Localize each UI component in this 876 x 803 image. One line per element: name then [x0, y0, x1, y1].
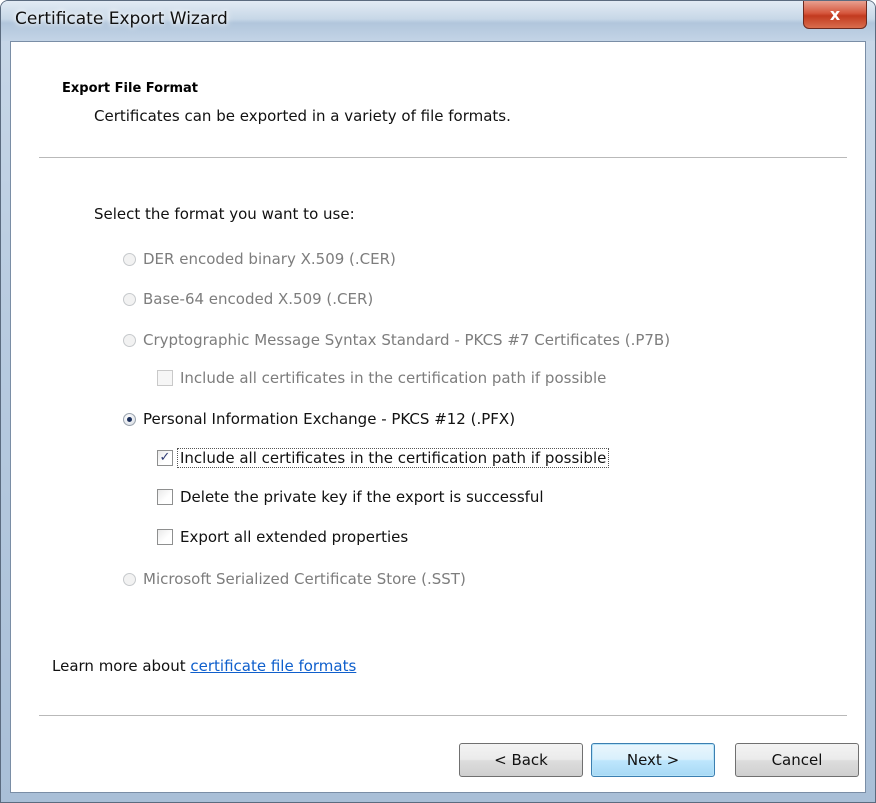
- page-title: Export File Format: [62, 81, 199, 96]
- checkmark-icon: ✓: [157, 450, 173, 466]
- close-icon: x: [829, 5, 841, 24]
- window-title: Certificate Export Wizard: [15, 9, 228, 29]
- radio-circle: [123, 252, 136, 266]
- page-description: Certificates can be exported in a variet…: [94, 107, 511, 125]
- checkbox-box: [157, 529, 173, 545]
- back-button[interactable]: < Back: [459, 743, 583, 777]
- learn-more-prefix: Learn more about: [52, 657, 191, 675]
- cancel-button-label: Cancel: [771, 751, 823, 769]
- radio-sst-label: Microsoft Serialized Certificate Store (…: [143, 570, 466, 588]
- learn-more-link[interactable]: certificate file formats: [190, 657, 356, 675]
- header-divider: [39, 157, 847, 159]
- checkbox-export-extended-properties-label: Export all extended properties: [180, 528, 409, 546]
- radio-der-format[interactable]: DER encoded binary X.509 (.CER): [123, 250, 396, 268]
- next-button[interactable]: Next >: [591, 743, 715, 777]
- learn-more-text: Learn more about certificate file format…: [52, 657, 356, 675]
- radio-pkcs7-format[interactable]: Cryptographic Message Syntax Standard - …: [123, 331, 670, 349]
- checkbox-pfx-include-all-label: Include all certificates in the certific…: [177, 448, 610, 468]
- radio-sst-format[interactable]: Microsoft Serialized Certificate Store (…: [123, 570, 466, 588]
- checkbox-export-extended-properties[interactable]: Export all extended properties: [157, 528, 408, 546]
- checkbox-pkcs7-include-all[interactable]: Include all certificates in the certific…: [157, 369, 606, 387]
- radio-pkcs7-label: Cryptographic Message Syntax Standard - …: [143, 331, 671, 349]
- cancel-button[interactable]: Cancel: [735, 743, 859, 777]
- checkbox-box: [157, 370, 173, 386]
- radio-pfx-format[interactable]: Personal Information Exchange - PKCS #12…: [123, 410, 515, 428]
- next-button-label: Next >: [626, 751, 680, 769]
- radio-base64-label: Base-64 encoded X.509 (.CER): [143, 290, 374, 308]
- radio-circle: [123, 333, 136, 347]
- wizard-window: Certificate Export Wizard x Export File …: [0, 0, 876, 803]
- wizard-client-area: Export File Format Certificates can be e…: [10, 41, 866, 793]
- checkbox-delete-private-key-label: Delete the private key if the export is …: [180, 488, 544, 506]
- checkbox-delete-private-key[interactable]: Delete the private key if the export is …: [157, 488, 544, 506]
- radio-der-label: DER encoded binary X.509 (.CER): [143, 250, 396, 268]
- radio-pfx-label: Personal Information Exchange - PKCS #12…: [143, 410, 516, 428]
- radio-circle: [123, 572, 136, 586]
- checkbox-pfx-include-all[interactable]: ✓ Include all certificates in the certif…: [157, 448, 610, 468]
- back-button-label: < Back: [494, 751, 548, 769]
- checkbox-pkcs7-include-all-label: Include all certificates in the certific…: [180, 369, 607, 387]
- format-prompt: Select the format you want to use:: [94, 205, 355, 223]
- wizard-page: Export File Format Certificates can be e…: [11, 42, 865, 792]
- radio-base64-format[interactable]: Base-64 encoded X.509 (.CER): [123, 290, 373, 308]
- radio-circle-selected: [123, 412, 136, 426]
- close-button[interactable]: x: [803, 1, 867, 29]
- title-bar[interactable]: Certificate Export Wizard x: [1, 1, 875, 41]
- radio-circle: [123, 292, 136, 306]
- footer-divider: [39, 715, 847, 717]
- checkbox-box: [157, 489, 173, 505]
